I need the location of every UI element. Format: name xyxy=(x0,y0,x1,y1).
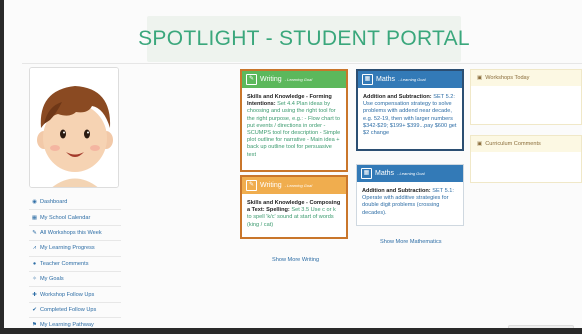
card-header: ▦ Maths - Learning Goal xyxy=(357,165,463,182)
header-divider xyxy=(22,63,582,64)
sidebar-item-school-calendar[interactable]: ▦ My School Calendar xyxy=(29,210,121,226)
card-body: Skills and Knowledge - Composing a Text:… xyxy=(242,194,346,233)
card-subtitle: - Learning Goal xyxy=(398,77,426,82)
card-title: Writing xyxy=(260,182,282,189)
sidebar-item-label: My School Calendar xyxy=(40,214,91,221)
card-body: Skills and Knowledge - Forming Intention… xyxy=(242,88,346,163)
sidebar-item-label: My Learning Progress xyxy=(40,245,95,252)
panel-header: ▣ Workshops Today xyxy=(471,70,581,86)
avatar xyxy=(29,67,119,188)
plus-icon: ✚ xyxy=(32,291,37,298)
show-more-writing-link[interactable]: Show More Writing xyxy=(272,257,319,263)
comment-icon: ▣ xyxy=(477,141,483,147)
sidebar-nav: ◉ Dashboard ▦ My School Calendar ✎ All W… xyxy=(29,195,121,334)
card-subtitle: - Learning Goal xyxy=(284,77,313,82)
sidebar-item-teacher-comments[interactable]: ● Teacher Comments xyxy=(29,257,121,272)
card-title: Maths xyxy=(375,170,395,177)
card-title: Maths xyxy=(376,76,396,83)
sidebar-item-label: Dashboard xyxy=(40,199,68,206)
target-icon: ✧ xyxy=(32,276,37,283)
calculator-icon: ▦ xyxy=(361,168,372,179)
window-frame-bottom xyxy=(0,328,582,334)
wrench-icon: ✎ xyxy=(32,229,37,236)
edit-icon: ✎ xyxy=(246,180,257,191)
page-title: SPOTLIGHT - STUDENT PORTAL xyxy=(138,16,470,62)
sidebar-item-my-goals[interactable]: ✧ My Goals xyxy=(29,272,121,288)
sidebar-item-workshop-follow-ups[interactable]: ✚ Workshop Follow Ups xyxy=(29,287,121,303)
panel-header: ▣ Curriculum Comments xyxy=(471,136,581,152)
card-body: Addition and Subtraction: SET 5.2: Use c… xyxy=(358,88,462,141)
card-subtitle: - Learning Goal xyxy=(397,171,425,176)
sidebar-item-dashboard[interactable]: ◉ Dashboard xyxy=(29,195,121,211)
goal-description: SET 5.2: Use compensation strategy to so… xyxy=(363,94,457,137)
maths-goal-card[interactable]: ▦ Maths - Learning Goal Addition and Sub… xyxy=(356,164,464,226)
goal-heading: Addition and Subtraction: xyxy=(362,188,431,194)
sidebar-item-label: All Workshops this Week xyxy=(40,229,102,236)
workshops-today-panel: ▣ Workshops Today xyxy=(470,69,582,125)
calendar-icon: ▣ xyxy=(477,75,483,81)
writing-goal-card[interactable]: ✎ Writing - Learning Goal Skills and Kno… xyxy=(240,69,348,172)
card-header: ▦ Maths - Learning Goal xyxy=(358,71,462,88)
maths-goal-card[interactable]: ▦ Maths - Learning Goal Addition and Sub… xyxy=(356,69,464,151)
card-body: Addition and Subtraction: SET 5.1: Opera… xyxy=(357,182,463,221)
card-subtitle: - Learning Goal xyxy=(284,183,313,188)
sidebar-item-label: Workshop Follow Ups xyxy=(40,291,95,298)
show-more-maths-link[interactable]: Show More Mathematics xyxy=(380,239,442,245)
goal-heading: Addition and Subtraction: xyxy=(363,94,432,100)
window-frame-left xyxy=(0,0,4,334)
curriculum-comments-panel: ▣ Curriculum Comments xyxy=(470,135,582,183)
panel-title: Workshops Today xyxy=(485,75,530,81)
card-header: ✎ Writing - Learning Goal xyxy=(242,177,346,194)
sidebar-item-label: My Goals xyxy=(40,276,64,283)
dashboard-icon: ◉ xyxy=(32,199,37,206)
panel-title: Curriculum Comments xyxy=(485,141,541,147)
edit-icon: ✎ xyxy=(246,74,257,85)
card-header: ✎ Writing - Learning Goal xyxy=(242,71,346,88)
goal-description: Set 4.4 Plan ideas by choosing and using… xyxy=(247,101,341,158)
sidebar-item-all-workshops[interactable]: ✎ All Workshops this Week xyxy=(29,226,121,242)
sidebar-item-learning-progress[interactable]: ⩘ My Learning Progress xyxy=(29,241,121,257)
calendar-icon: ▦ xyxy=(31,214,38,221)
sidebar-item-label: Completed Follow Ups xyxy=(40,306,97,313)
check-circle-icon: ✔ xyxy=(32,306,37,313)
student-avatar-illustration xyxy=(30,68,118,187)
chart-line-icon: ⩘ xyxy=(32,244,37,251)
sidebar-item-completed-follow-ups[interactable]: ✔ Completed Follow Ups xyxy=(29,303,121,319)
writing-goal-card[interactable]: ✎ Writing - Learning Goal Skills and Kno… xyxy=(240,175,348,239)
calculator-icon: ▦ xyxy=(362,74,373,85)
comments-icon: ● xyxy=(32,260,37,267)
card-title: Writing xyxy=(260,76,282,83)
sidebar-item-label: Teacher Comments xyxy=(40,260,89,267)
